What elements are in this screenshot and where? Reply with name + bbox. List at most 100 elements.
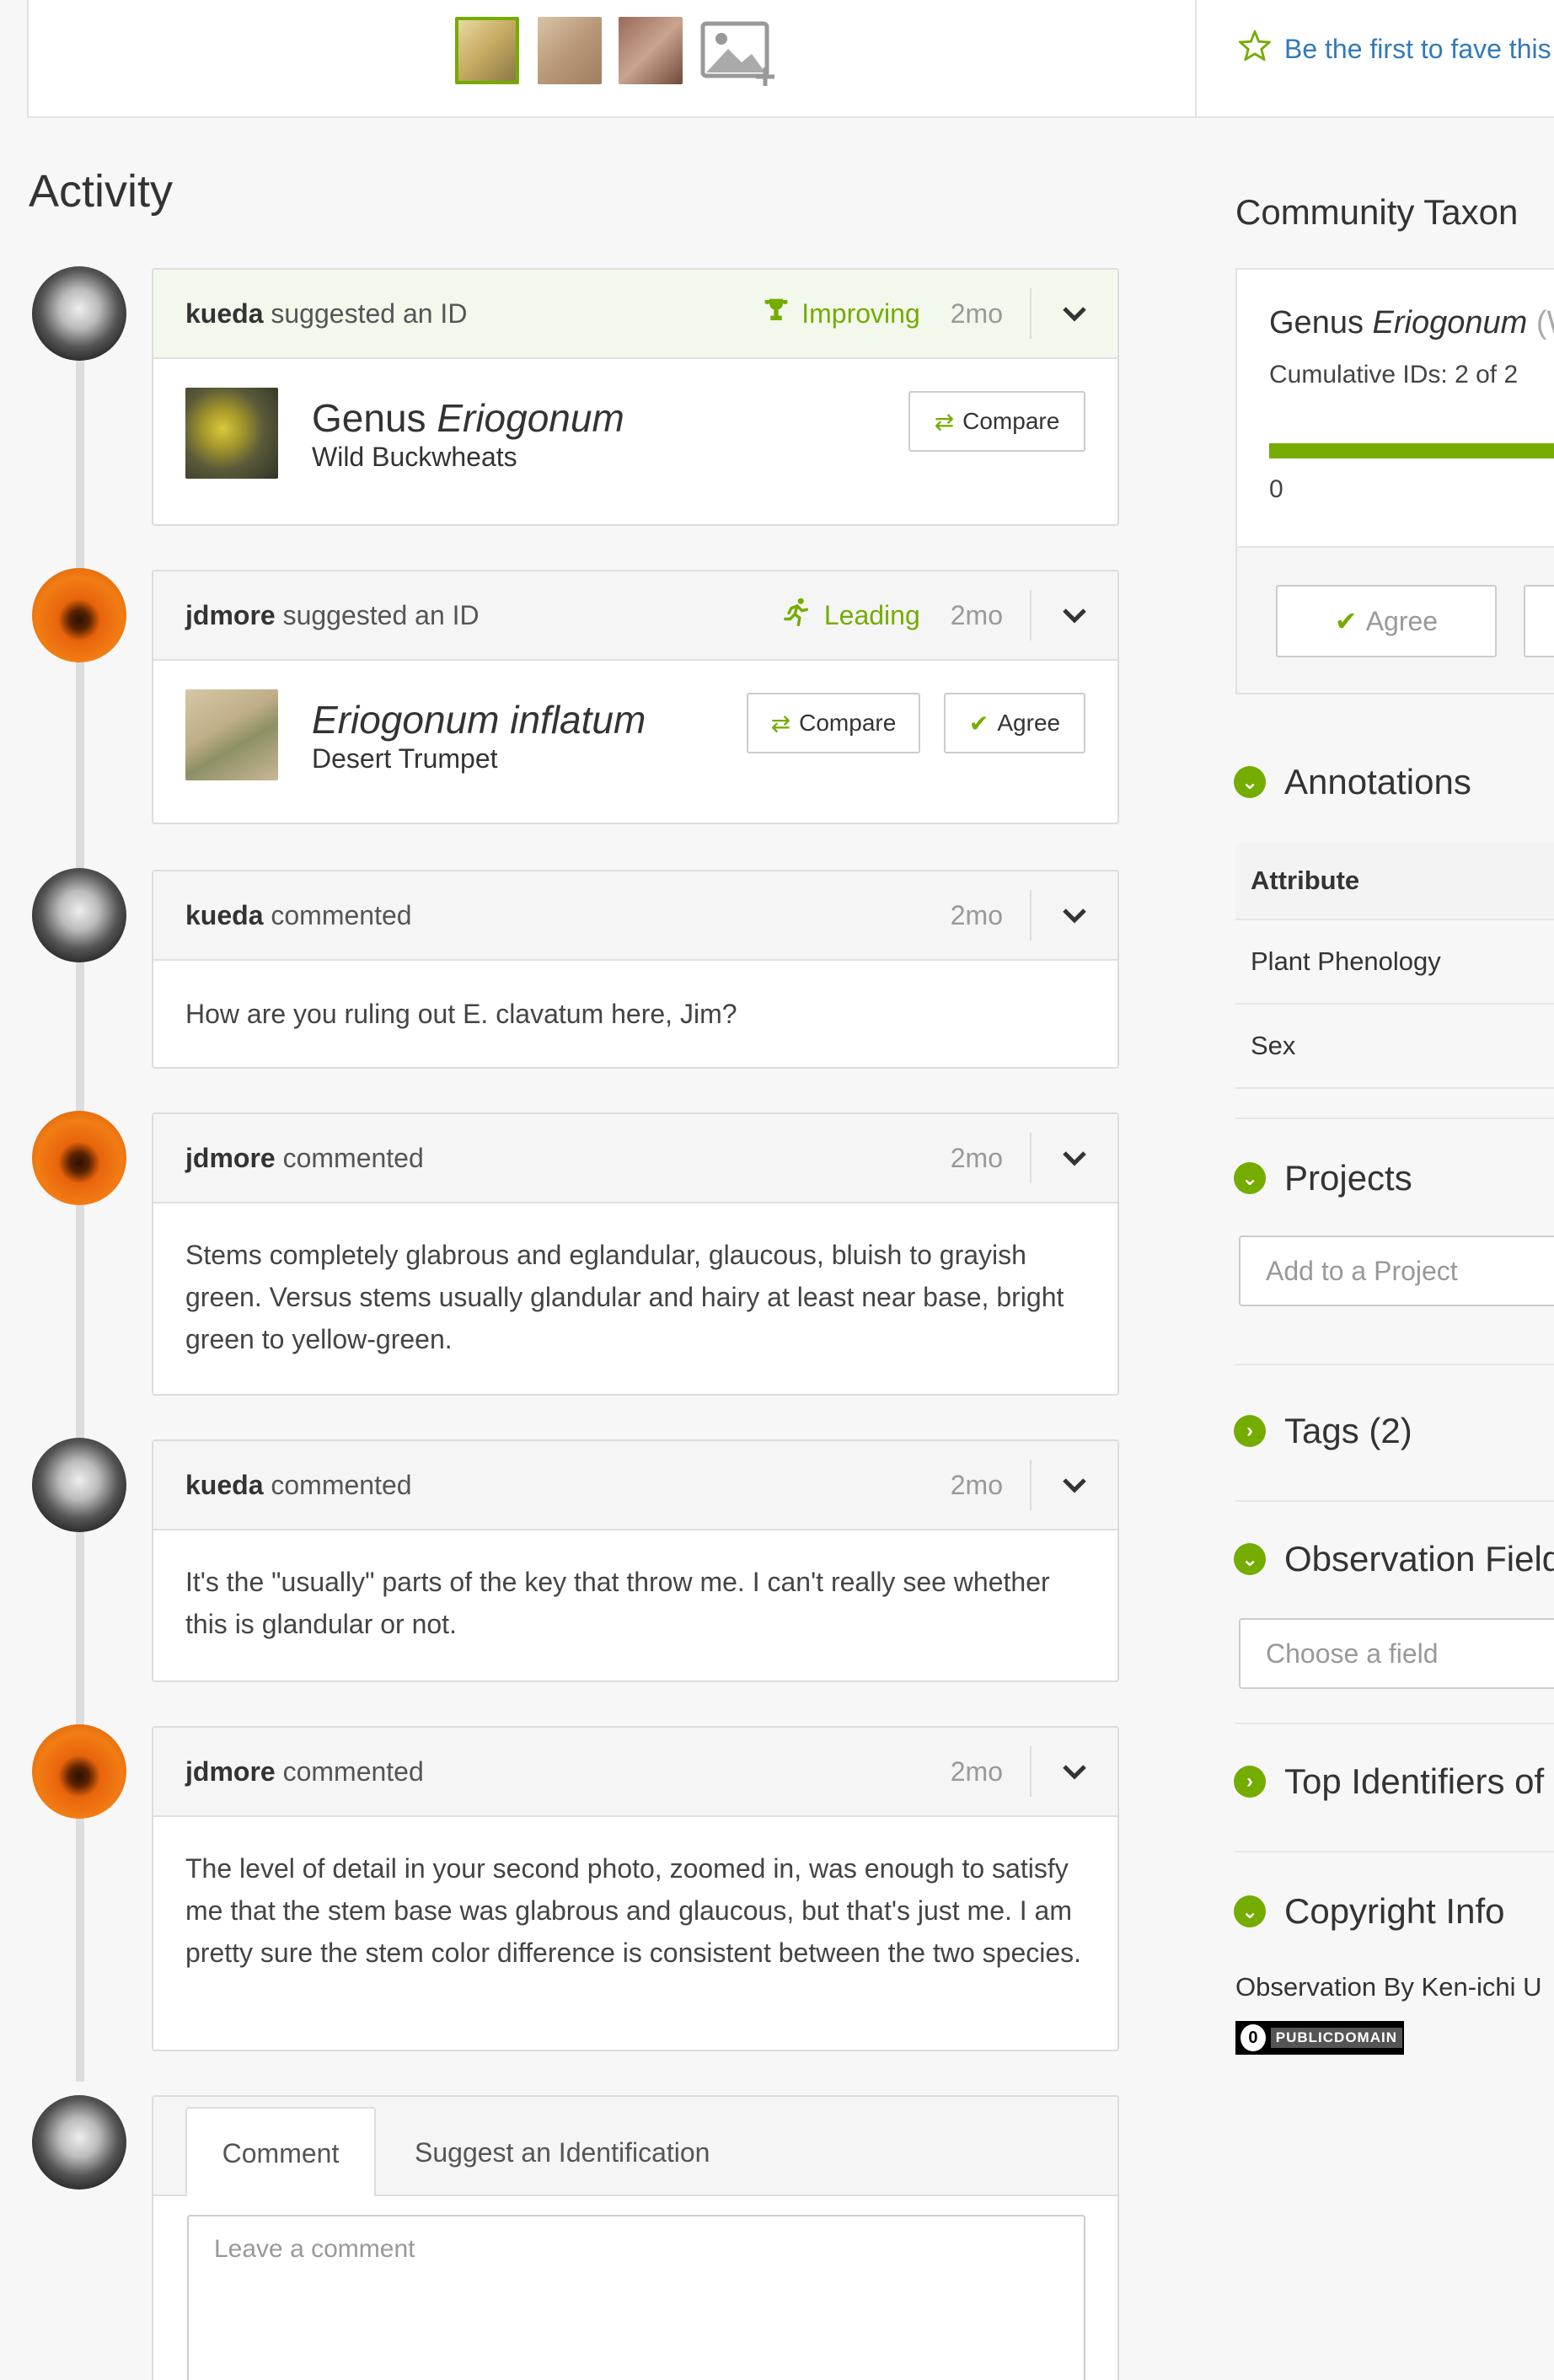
top-identifiers-title: Top Identifiers of	[1284, 1761, 1545, 1801]
comment-composer: Comment Suggest an Identification Leave …	[152, 2095, 1119, 2380]
status-badge: Improving	[763, 297, 920, 330]
observation-fields-heading[interactable]: ⌄ Observation Field	[1234, 1539, 1554, 1579]
comment-body: How are you ruling out E. clavatum here,…	[185, 999, 737, 1029]
activity-action: suggested an ID	[282, 599, 480, 630]
agree-label: Agree	[1365, 605, 1439, 636]
identification-card: jdmore suggested an ID Leading 2mo Eriog…	[152, 570, 1119, 824]
taxon-common-name: Desert Trumpet	[312, 742, 498, 774]
identification-card: kueda suggested an ID Improving 2mo Genu…	[152, 268, 1119, 526]
activity-header-text: jdmore suggested an ID	[185, 600, 480, 631]
copyright-title: Copyright Info	[1284, 1891, 1505, 1931]
choose-field-input[interactable]: Choose a field	[1239, 1618, 1554, 1689]
annotations-title: Annotations	[1284, 762, 1471, 801]
compare-icon: ⇄	[770, 710, 791, 737]
star-outline-icon	[1237, 28, 1273, 67]
annotation-row: Sex	[1235, 1005, 1554, 1089]
taxon-name-suffix: (W	[1535, 305, 1554, 340]
taxon-name[interactable]: Genus Eriogonum	[312, 394, 624, 442]
activity-header-text: jdmore commented	[185, 1756, 424, 1788]
timestamp: 2mo	[950, 1469, 1003, 1500]
timestamp: 2mo	[950, 599, 1003, 630]
taxon-scientific: Eriogonum	[437, 395, 624, 440]
taxon-name[interactable]: Eriogonum inflatum	[312, 696, 646, 743]
community-agree-button[interactable]: ✔ Agree	[1276, 585, 1497, 657]
card-header: kueda commented 2mo	[153, 871, 1117, 961]
taxon-photo[interactable]	[185, 388, 278, 479]
copyright-heading[interactable]: ⌄ Copyright Info	[1234, 1891, 1504, 1932]
community-disagree-button[interactable]	[1524, 585, 1554, 657]
avatar[interactable]	[32, 568, 126, 662]
activity-heading: Activity	[29, 166, 174, 217]
compare-label: Compare	[799, 710, 897, 736]
comment-body: It's the "usually" parts of the key that…	[185, 1567, 1050, 1639]
user-link[interactable]: jdmore	[185, 1756, 276, 1787]
activity-action: suggested an ID	[271, 298, 468, 329]
public-domain-badge[interactable]: 0 PUBLICDOMAIN	[1235, 2021, 1404, 2055]
chevron-down-circle-icon: ⌄	[1234, 1543, 1266, 1575]
chevron-down-icon[interactable]	[1030, 1460, 1117, 1510]
avatar[interactable]	[32, 1724, 126, 1819]
card-header: jdmore suggested an ID Leading 2mo	[153, 571, 1117, 661]
tab-comment[interactable]: Comment	[185, 2107, 376, 2198]
avatar[interactable]	[32, 266, 126, 361]
community-taxon-name[interactable]: Genus Eriogonum (W	[1269, 305, 1554, 341]
chevron-down-icon[interactable]	[1030, 1133, 1117, 1183]
user-link[interactable]: jdmore	[185, 600, 276, 630]
chevron-down-circle-icon: ⌄	[1234, 766, 1266, 798]
timestamp: 2mo	[950, 1142, 1003, 1173]
observation-fields-title: Observation Field	[1284, 1539, 1554, 1579]
tab-suggest-identification[interactable]: Suggest an Identification	[381, 2107, 743, 2198]
add-photo-icon[interactable]	[699, 19, 774, 86]
projects-heading[interactable]: ⌄ Projects	[1234, 1158, 1412, 1198]
add-project-input[interactable]: Add to a Project	[1239, 1236, 1554, 1306]
checkmark-icon: ✔	[968, 710, 989, 737]
checkmark-icon: ✔	[1334, 606, 1358, 636]
progress-min-label: 0	[1269, 475, 1283, 503]
photo-thumb-3[interactable]	[619, 17, 683, 84]
annotations-table-header: Attribute	[1235, 843, 1554, 920]
activity-header-text: kueda commented	[185, 900, 412, 931]
user-link[interactable]: kueda	[185, 1470, 263, 1500]
current-user-avatar[interactable]	[32, 2095, 126, 2190]
comment-textarea[interactable]: Leave a comment	[187, 2215, 1085, 2380]
taxon-scientific: Eriogonum inflatum	[312, 697, 646, 742]
user-link[interactable]: jdmore	[185, 1143, 276, 1173]
user-link[interactable]: kueda	[185, 900, 263, 930]
annotations-heading[interactable]: ⌄ Annotations	[1234, 762, 1471, 802]
photo-thumb-2[interactable]	[538, 17, 602, 84]
tags-heading[interactable]: › Tags (2)	[1234, 1411, 1412, 1451]
timestamp: 2mo	[950, 1756, 1003, 1787]
public-domain-label: PUBLICDOMAIN	[1270, 2028, 1402, 2048]
chevron-down-icon[interactable]	[1030, 288, 1117, 339]
avatar[interactable]	[32, 868, 126, 962]
annotation-attribute: Plant Phenology	[1251, 946, 1441, 976]
agree-label: Agree	[997, 710, 1061, 736]
taxon-common-name: Wild Buckwheats	[312, 441, 517, 472]
avatar[interactable]	[32, 1438, 126, 1532]
chevron-down-icon[interactable]	[1030, 890, 1117, 941]
compare-button[interactable]: ⇄ Compare	[908, 391, 1085, 452]
user-link[interactable]: kueda	[185, 298, 263, 329]
fave-link[interactable]: Be the first to fave this	[1237, 28, 1551, 67]
status-label: Improving	[801, 298, 920, 329]
trophy-icon	[763, 297, 790, 330]
running-icon	[782, 598, 812, 633]
top-identifiers-heading[interactable]: › Top Identifiers of	[1234, 1761, 1544, 1802]
chevron-down-icon[interactable]	[1030, 590, 1117, 641]
annotation-attribute: Sex	[1251, 1031, 1296, 1060]
compare-button[interactable]: ⇄ Compare	[747, 693, 920, 753]
status-label: Leading	[823, 599, 920, 630]
chevron-down-icon[interactable]	[1030, 1746, 1117, 1797]
comment-body: The level of detail in your second photo…	[185, 1853, 1082, 1968]
cumulative-ids: Cumulative IDs: 2 of 2	[1269, 361, 1519, 389]
photo-strip	[27, 0, 1197, 118]
taxon-row: Genus Eriogonum Wild Buckwheats ⇄ Compare	[153, 359, 1117, 507]
timestamp: 2mo	[950, 298, 1003, 329]
id-progress-fill	[1269, 443, 1554, 458]
timestamp: 2mo	[950, 899, 1003, 930]
agree-button[interactable]: ✔ Agree	[944, 693, 1085, 753]
taxon-photo[interactable]	[185, 689, 278, 780]
photo-thumb-1[interactable]	[455, 17, 519, 84]
chevron-down-circle-icon: ⌄	[1234, 1895, 1266, 1927]
avatar[interactable]	[32, 1111, 126, 1205]
